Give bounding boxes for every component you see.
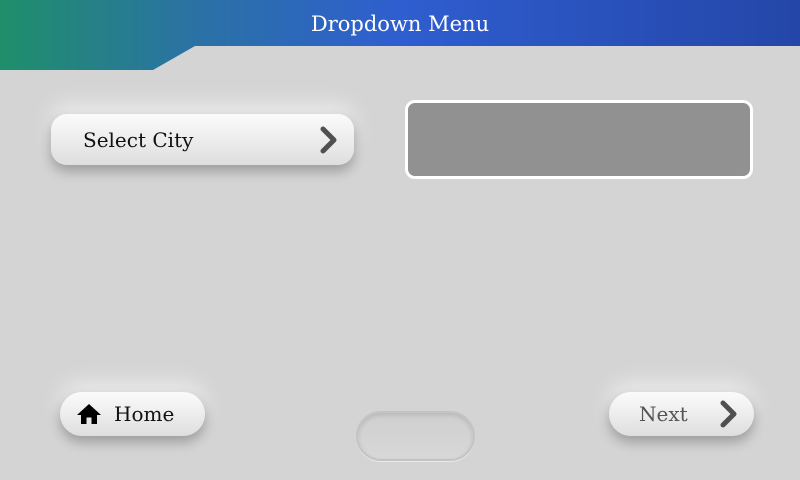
select-city-label: Select City [83,127,194,152]
home-button[interactable]: Home [60,392,205,436]
next-label: Next [639,402,688,426]
home-icon [77,404,101,424]
selected-city-display [405,100,753,179]
chevron-right-icon [320,126,337,153]
home-label: Home [114,402,175,426]
page-title: Dropdown Menu [310,12,490,36]
next-button[interactable]: Next [609,392,754,436]
chevron-right-icon [720,400,737,428]
select-city-button[interactable]: Select City [51,114,354,165]
center-indicator [356,411,475,461]
